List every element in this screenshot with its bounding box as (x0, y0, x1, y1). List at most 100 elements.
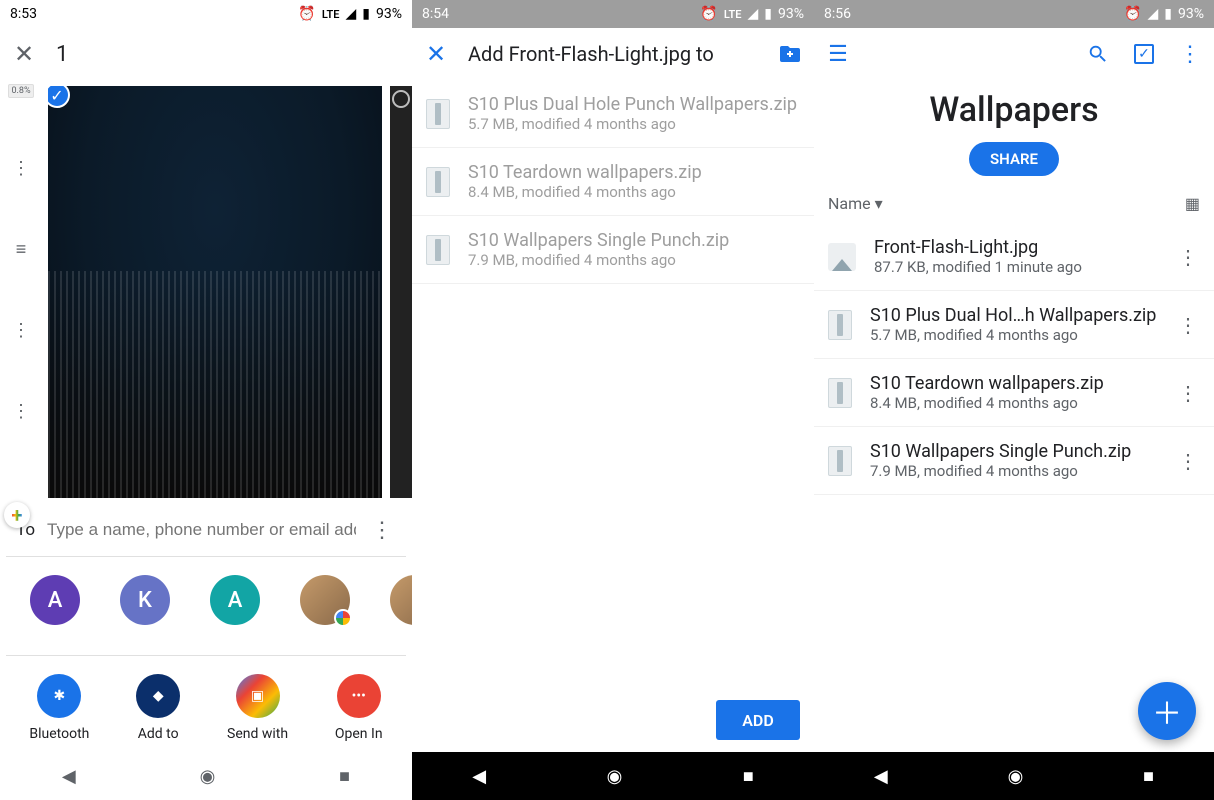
contact-avatar[interactable] (300, 575, 350, 625)
file-name: S10 Teardown wallpapers.zip (468, 162, 800, 183)
more-button[interactable]: ⋮ (1176, 40, 1204, 68)
share-bluetooth[interactable]: ✱ Bluetooth (29, 674, 89, 742)
file-row[interactable]: S10 Plus Dual Hol…h Wallpapers.zip 5.7 M… (814, 291, 1214, 359)
folder-file-list[interactable]: S10 Plus Dual Hole Punch Wallpapers.zip … (412, 80, 814, 752)
status-bar: 8:53 ⏰ LTE ◢ ▮ 93% (0, 0, 412, 28)
file-name: S10 Teardown wallpapers.zip (870, 373, 1158, 394)
contact-avatar[interactable] (390, 575, 412, 625)
battery-icon: ▮ (1164, 6, 1172, 22)
selection-count: 1 (56, 42, 68, 67)
next-photo-peek[interactable] (390, 86, 412, 498)
share-addto[interactable]: ◆ Add to (136, 674, 180, 742)
status-time: 8:54 (422, 6, 449, 22)
sort-dropdown[interactable]: Name ▾ (828, 194, 883, 213)
battery-percent: 93% (1178, 6, 1204, 22)
file-row[interactable]: S10 Teardown wallpapers.zip 8.4 MB, modi… (412, 148, 814, 216)
app-bar: ✕ Add Front-Flash-Light.jpg to (412, 28, 814, 80)
row-more-button[interactable]: ⋮ (1176, 449, 1200, 473)
media-sidebar: 0.8% ⋮ ≡ ⋮ ⋮ (0, 80, 42, 504)
row-more-button[interactable]: ⋮ (1176, 245, 1200, 269)
appbar-title: Add Front-Flash-Light.jpg to (468, 42, 714, 66)
file-meta: 7.9 MB, modified 4 months ago (870, 462, 1158, 480)
contact-avatar[interactable]: A (210, 575, 260, 625)
new-folder-icon (778, 42, 802, 66)
nav-back-icon[interactable]: ◀ (874, 766, 888, 787)
row-more-button[interactable]: ⋮ (1176, 313, 1200, 337)
contact-avatar[interactable]: A (30, 575, 80, 625)
dropbox-icon: ◆ (136, 674, 180, 718)
status-bar: 8:54 ⏰ LTE ◢ ▮ 93% (412, 0, 814, 28)
more-vert-icon[interactable]: ⋮ (12, 401, 30, 422)
new-folder-button[interactable] (776, 40, 804, 68)
system-nav: ◀ ◉ ■ (814, 752, 1214, 800)
file-meta: 8.4 MB, modified 4 months ago (870, 394, 1158, 412)
photos-badge-icon (334, 609, 352, 627)
close-button[interactable]: ✕ (422, 40, 450, 68)
file-row[interactable]: S10 Wallpapers Single Punch.zip 7.9 MB, … (814, 427, 1214, 495)
file-row[interactable]: S10 Wallpapers Single Punch.zip 7.9 MB, … (412, 216, 814, 284)
share-targets: ✱ Bluetooth ◆ Add to ▣ Send with ••• Ope… (0, 656, 412, 752)
checklist-icon: ✓ (1134, 44, 1154, 64)
nav-recent-icon[interactable]: ■ (339, 766, 350, 787)
menu-button[interactable]: ☰ (824, 40, 852, 68)
battery-percent: 93% (778, 6, 804, 22)
file-row[interactable]: S10 Teardown wallpapers.zip 8.4 MB, modi… (814, 359, 1214, 427)
recipient-input[interactable] (47, 520, 356, 540)
more-vert-icon[interactable]: ⋮ (368, 516, 396, 544)
share-label: Bluetooth (29, 726, 89, 742)
add-to-folder-panel: 8:54 ⏰ LTE ◢ ▮ 93% ✕ Add Front-Flash-Lig… (412, 0, 814, 800)
nav-recent-icon[interactable]: ■ (1143, 766, 1154, 787)
alarm-icon: ⏰ (700, 6, 717, 22)
openin-icon: ••• (337, 674, 381, 718)
zip-file-icon (426, 235, 450, 265)
close-button[interactable]: ✕ (10, 40, 38, 68)
file-row[interactable]: Front-Flash-Light.jpg 87.7 KB, modified … (814, 223, 1214, 291)
more-vert-icon[interactable]: ⋮ (12, 158, 30, 179)
nav-home-icon[interactable]: ◉ (1008, 766, 1024, 787)
file-meta: 7.9 MB, modified 4 months ago (468, 251, 800, 269)
file-name: Front-Flash-Light.jpg (874, 237, 1158, 258)
media-picker: 0.8% ⋮ ≡ ⋮ ⋮ ✓ + (0, 80, 412, 504)
view-toggle-button[interactable]: ▦ (1185, 194, 1200, 213)
sort-row: Name ▾ ▦ (814, 188, 1214, 223)
selected-photo[interactable]: ✓ (48, 86, 382, 498)
alarm-icon: ⏰ (1124, 6, 1141, 22)
file-name: S10 Wallpapers Single Punch.zip (468, 230, 800, 251)
nav-home-icon[interactable]: ◉ (607, 766, 623, 787)
alarm-icon: ⏰ (298, 6, 315, 22)
search-button[interactable] (1084, 40, 1112, 68)
add-button[interactable]: ADD (716, 700, 800, 740)
file-meta: 5.7 MB, modified 4 months ago (468, 115, 800, 133)
nav-recent-icon[interactable]: ■ (743, 766, 754, 787)
zip-file-icon (828, 310, 852, 340)
zip-file-icon (828, 378, 852, 408)
row-more-button[interactable]: ⋮ (1176, 381, 1200, 405)
add-fab[interactable]: ＋ (1138, 682, 1196, 740)
file-list[interactable]: Front-Flash-Light.jpg 87.7 KB, modified … (814, 223, 1214, 752)
battery-percent: 93% (376, 6, 402, 22)
zoom-chip: 0.8% (8, 84, 33, 98)
add-fab-small[interactable]: + (4, 502, 30, 528)
zip-file-icon (426, 167, 450, 197)
file-row[interactable]: S10 Plus Dual Hole Punch Wallpapers.zip … (412, 80, 814, 148)
file-meta: 8.4 MB, modified 4 months ago (468, 183, 800, 201)
select-button[interactable]: ✓ (1130, 40, 1158, 68)
share-sendwith[interactable]: ▣ Send with (227, 674, 288, 742)
share-button[interactable]: SHARE (969, 142, 1059, 176)
share-sheet-panel: 8:53 ⏰ LTE ◢ ▮ 93% ✕ 1 0.8% ⋮ ≡ ⋮ ⋮ ✓ + … (0, 0, 412, 800)
image-file-icon (828, 243, 856, 271)
chevron-down-icon: ▾ (875, 194, 883, 213)
more-vert-icon[interactable]: ⋮ (12, 320, 30, 341)
nav-back-icon[interactable]: ◀ (472, 766, 486, 787)
zip-file-icon (426, 99, 450, 129)
nav-back-icon[interactable]: ◀ (62, 766, 76, 787)
selected-check-icon[interactable]: ✓ (48, 86, 70, 108)
plus-icon: ＋ (1152, 689, 1182, 733)
contact-avatar[interactable]: K (120, 575, 170, 625)
list-icon[interactable]: ≡ (16, 239, 27, 260)
system-nav: ◀ ◉ ■ (0, 752, 412, 800)
signal-icon: ◢ (748, 6, 759, 22)
share-openin[interactable]: ••• Open In (335, 674, 383, 742)
nav-home-icon[interactable]: ◉ (200, 766, 216, 787)
search-icon (1087, 43, 1109, 65)
